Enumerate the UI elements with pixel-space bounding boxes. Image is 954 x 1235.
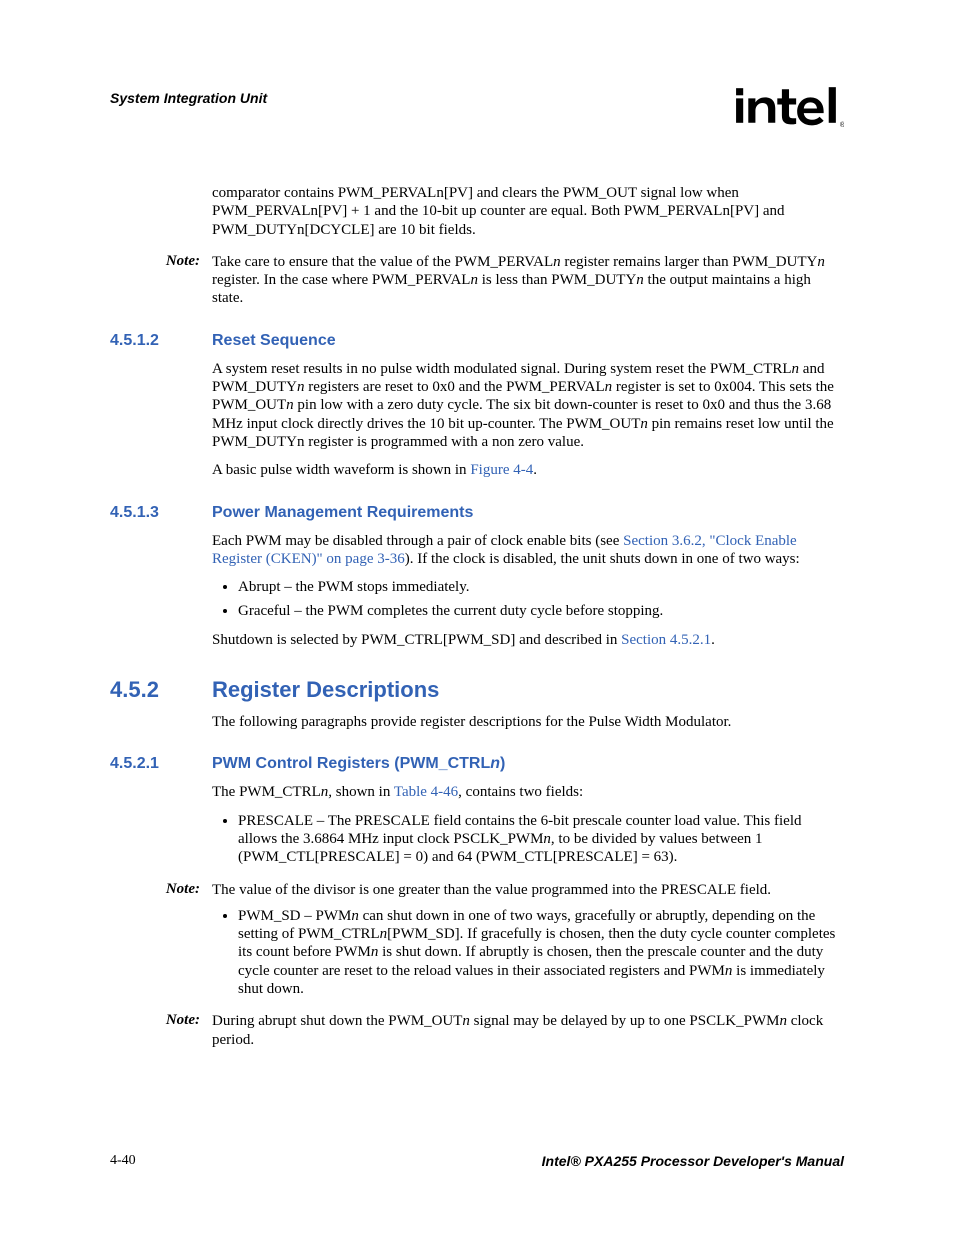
list-item: Graceful – the PWM completes the current… — [238, 602, 844, 620]
page: System Integration Unit ® comparator con… — [0, 0, 954, 1235]
section-number: 4.5.2 — [110, 677, 212, 703]
section-number: 4.5.1.2 — [110, 332, 212, 350]
bullet-continued: PWM_SD – PWMn can shut down in one of tw… — [212, 907, 844, 998]
note-block: Note: The value of the divisor is one gr… — [110, 881, 844, 899]
note-block: Note: During abrupt shut down the PWM_OU… — [110, 1012, 844, 1049]
bullet-list: Abrupt – the PWM stops immediately. Grac… — [212, 578, 844, 621]
note-label: Note: — [144, 253, 212, 308]
section-452-body: The following paragraphs provide registe… — [212, 713, 844, 731]
section-title: Register Descriptions — [212, 677, 439, 703]
list-item: Abrupt – the PWM stops immediately. — [238, 578, 844, 596]
body-text: A system reset results in no pulse width… — [212, 360, 844, 451]
note-body: Take care to ensure that the value of th… — [212, 253, 844, 308]
section-4512-body: A system reset results in no pulse width… — [212, 360, 844, 480]
body-text: Shutdown is selected by PWM_CTRL[PWM_SD]… — [212, 631, 844, 649]
page-footer: 4-40 Intel® PXA255 Processor Developer's… — [110, 1153, 844, 1169]
manual-title: Intel® PXA255 Processor Developer's Manu… — [542, 1153, 844, 1169]
page-header: System Integration Unit ® — [110, 82, 844, 130]
bullet-list: PWM_SD – PWMn can shut down in one of tw… — [212, 907, 844, 998]
section-4521-body: The PWM_CTRLn, shown in Table 4-46, cont… — [212, 783, 844, 866]
body-text: The following paragraphs provide registe… — [212, 713, 844, 731]
section-4513-body: Each PWM may be disabled through a pair … — [212, 532, 844, 649]
body-text: A basic pulse width waveform is shown in… — [212, 461, 844, 479]
bullet-list: PRESCALE – The PRESCALE field contains t… — [212, 812, 844, 867]
header-section-title: System Integration Unit — [110, 90, 267, 106]
intel-logo: ® — [732, 82, 844, 130]
figure-link[interactable]: Figure 4-4 — [470, 462, 533, 478]
list-item: PRESCALE – The PRESCALE field contains t… — [238, 812, 844, 867]
note-label: Note: — [144, 1012, 212, 1049]
section-heading-4521: 4.5.2.1 PWM Control Registers (PWM_CTRLn… — [110, 755, 844, 773]
section-link[interactable]: Section 4.5.2.1 — [621, 632, 711, 648]
body-text: Each PWM may be disabled through a pair … — [212, 532, 844, 569]
section-title: Power Management Requirements — [212, 504, 473, 522]
body-text: comparator contains PWM_PERVALn[PV] and … — [212, 184, 844, 239]
section-title: PWM Control Registers (PWM_CTRLn) — [212, 755, 505, 773]
list-item: PWM_SD – PWMn can shut down in one of tw… — [238, 907, 844, 998]
section-number: 4.5.2.1 — [110, 755, 212, 773]
section-heading-4513: 4.5.1.3 Power Management Requirements — [110, 504, 844, 522]
section-heading-452: 4.5.2 Register Descriptions — [110, 677, 844, 703]
section-title: Reset Sequence — [212, 332, 336, 350]
svg-text:®: ® — [840, 121, 844, 129]
section-number: 4.5.1.3 — [110, 504, 212, 522]
table-link[interactable]: Table 4-46 — [394, 784, 458, 800]
section-heading-4512: 4.5.1.2 Reset Sequence — [110, 332, 844, 350]
note-label: Note: — [144, 881, 212, 899]
body-text: The PWM_CTRLn, shown in Table 4-46, cont… — [212, 783, 844, 801]
page-number: 4-40 — [110, 1153, 136, 1169]
note-body: The value of the divisor is one greater … — [212, 881, 844, 899]
note-body: During abrupt shut down the PWM_OUTn sig… — [212, 1012, 844, 1049]
intro-paragraph: comparator contains PWM_PERVALn[PV] and … — [212, 184, 844, 239]
note-block: Note: Take care to ensure that the value… — [110, 253, 844, 308]
